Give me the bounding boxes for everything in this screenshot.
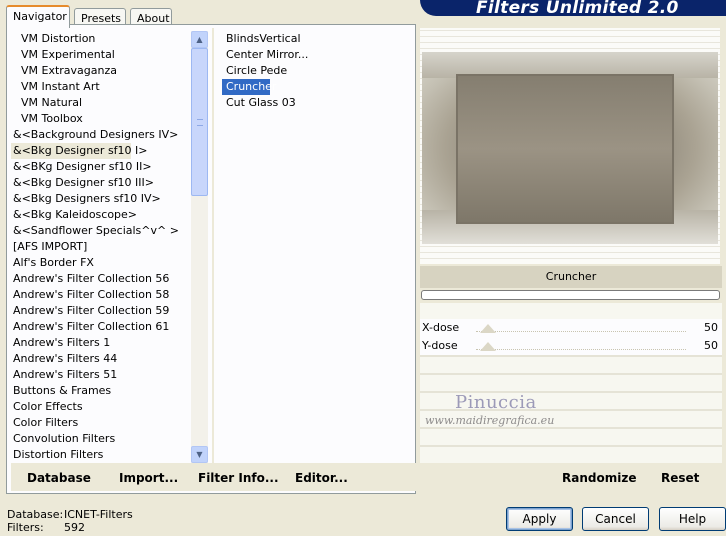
apply-button[interactable]: Apply [506, 507, 573, 531]
category-item[interactable]: [AFS IMPORT] [11, 239, 191, 255]
category-item[interactable]: Color Filters [11, 415, 191, 431]
slider-thumb[interactable] [480, 342, 496, 351]
filter-item[interactable]: Center Mirror... [222, 47, 412, 63]
filter-item[interactable]: Cruncher [222, 79, 276, 95]
preview-area [420, 28, 720, 264]
category-item[interactable]: Alf's Border FX [11, 255, 191, 271]
category-item[interactable]: VM Experimental [11, 47, 191, 63]
filter-item[interactable]: BlindsVertical [222, 31, 412, 47]
grip-icon [197, 119, 203, 126]
filter-item[interactable]: Circle Pede [222, 63, 412, 79]
category-item[interactable]: &<Background Designers IV> [11, 127, 191, 143]
list-divider [212, 28, 214, 464]
category-item[interactable]: VM Natural [11, 95, 191, 111]
editor-link[interactable]: Editor... [295, 471, 348, 485]
category-item[interactable]: &<Sandflower Specials^v^ > [11, 223, 191, 239]
category-item[interactable]: &<Bkg Designers sf10 IV> [11, 191, 191, 207]
param-value: 50 [704, 339, 718, 352]
param-label: Y-dose [422, 339, 458, 352]
slider-thumb[interactable] [480, 324, 496, 333]
category-item[interactable]: &<Bkg Designer sf10 III> [11, 175, 191, 191]
database-link[interactable]: Database [27, 471, 91, 485]
category-item[interactable]: Convolution Filters [11, 431, 191, 447]
current-filter-name: Cruncher [420, 266, 722, 288]
category-item[interactable]: &<Bkg Kaleidoscope> [11, 207, 191, 223]
param-y-dose[interactable]: Y-dose 50 [420, 337, 722, 355]
param-x-dose[interactable]: X-dose 50 [420, 319, 722, 337]
filters-label: Filters: [7, 521, 44, 534]
category-item[interactable]: Andrew's Filter Collection 61 [11, 319, 191, 335]
category-item[interactable]: Distortion Filters [11, 447, 191, 461]
category-item[interactable]: &<Bkg Designer sf10 I> [11, 143, 148, 159]
title-banner: Filters Unlimited 2.0 [420, 0, 726, 16]
filter-info-link[interactable]: Filter Info... [198, 471, 279, 485]
app-title: Filters Unlimited 2.0 [476, 0, 679, 16]
randomize-link[interactable]: Randomize [562, 471, 636, 485]
filter-list[interactable]: BlindsVertical Center Mirror... Circle Ped… [222, 31, 412, 461]
category-item[interactable]: Andrew's Filters 51 [11, 367, 191, 383]
param-label: X-dose [422, 321, 460, 334]
scroll-down-button[interactable]: ▼ [191, 446, 208, 463]
tab-navigator[interactable]: Navigator [6, 5, 70, 28]
category-item[interactable]: Andrew's Filter Collection 56 [11, 271, 191, 287]
preview-frame [456, 74, 674, 224]
scroll-up-button[interactable]: ▲ [191, 31, 208, 48]
cancel-button[interactable]: Cancel [582, 507, 649, 531]
category-item[interactable]: &<BKg Designer sf10 II> [11, 159, 191, 175]
watermark-url: www.maidiregrafica.eu [425, 414, 555, 427]
navigator-actions: Database Import... Filter Info... Editor… [11, 463, 416, 491]
preview-image [422, 52, 718, 244]
reset-link[interactable]: Reset [661, 471, 699, 485]
scroll-thumb[interactable] [191, 48, 208, 196]
category-scrollbar[interactable]: ▲ ▼ [191, 31, 208, 463]
category-item[interactable]: Andrew's Filter Collection 58 [11, 287, 191, 303]
database-label: Database: [7, 508, 64, 521]
category-item[interactable]: Color Effects [11, 399, 191, 415]
x-dose-slider[interactable] [476, 324, 686, 335]
progress-bar [421, 290, 720, 300]
parameter-panel: X-dose 50 Y-dose 50 [420, 303, 722, 463]
category-list[interactable]: VM Distortion VM Experimental VM Extravaga… [11, 31, 191, 461]
filters-count: 592 [64, 521, 85, 534]
import-link[interactable]: Import... [119, 471, 178, 485]
category-item[interactable]: Andrew's Filters 1 [11, 335, 191, 351]
watermark-name: Pinuccia [455, 392, 537, 413]
status-info: Database:ICNET-Filters Filters: 592 [7, 508, 133, 534]
category-item[interactable]: Andrew's Filters 44 [11, 351, 191, 367]
database-value: ICNET-Filters [64, 508, 133, 521]
filter-item[interactable]: Cut Glass 03 [222, 95, 412, 111]
param-value: 50 [704, 321, 718, 334]
category-item[interactable]: VM Extravaganza [11, 63, 191, 79]
category-item[interactable]: VM Instant Art [11, 79, 191, 95]
category-item[interactable]: Buttons & Frames [11, 383, 191, 399]
category-item[interactable]: Andrew's Filter Collection 59 [11, 303, 191, 319]
parameter-actions: Randomize Reset [420, 463, 722, 491]
category-item[interactable]: VM Toolbox [11, 111, 191, 127]
help-button[interactable]: Help [659, 507, 726, 531]
category-item[interactable]: VM Distortion [11, 31, 191, 47]
y-dose-slider[interactable] [476, 342, 686, 353]
